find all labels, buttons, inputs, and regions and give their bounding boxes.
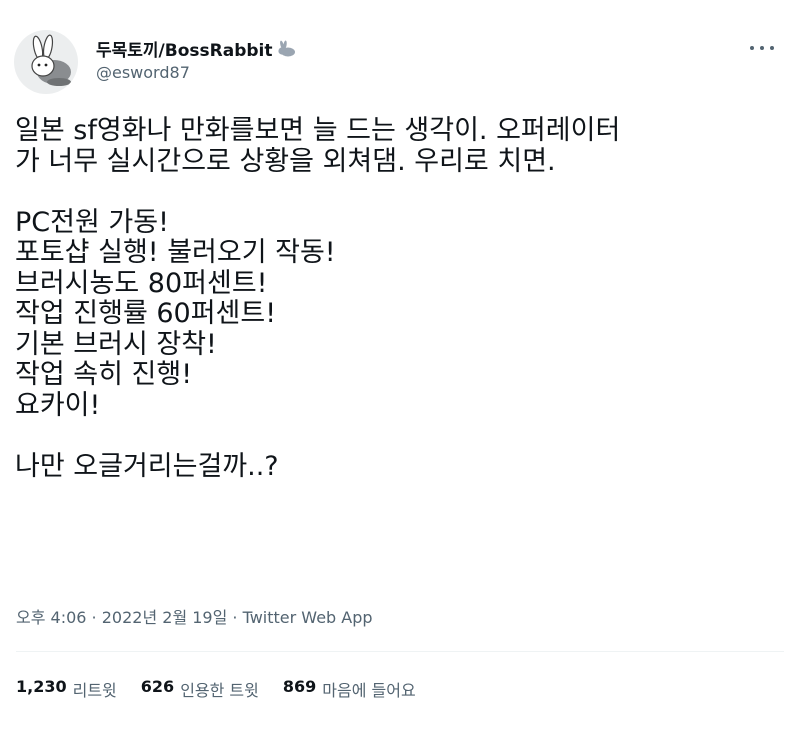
- tweet-line: 나만 오글거리는걸까..?: [15, 450, 279, 482]
- divider: [16, 651, 784, 652]
- tweet-date[interactable]: 2022년 2월 19일: [102, 608, 228, 627]
- tweet-line: 기본 브러시 장착!: [15, 328, 217, 360]
- user-handle[interactable]: @esword87: [96, 63, 190, 82]
- tweet-line: 가 너무 실시간으로 상황을 외쳐댐. 우리로 치면.: [15, 145, 556, 177]
- rabbit-avatar-icon: [31, 34, 71, 86]
- retweets-count: 1,230: [16, 677, 67, 696]
- tweet-source-app[interactable]: Twitter Web App: [243, 608, 373, 627]
- tweet-line: 일본 sf영화나 만화를보면 늘 드는 생각이. 오퍼레이터: [15, 115, 621, 146]
- quotes-label: 인용한 트윗: [180, 681, 259, 700]
- tweet-time[interactable]: 오후 4:06: [16, 608, 86, 627]
- likes-count: 869: [282, 677, 317, 696]
- quotes-count: 626: [140, 677, 175, 696]
- likes-stat[interactable]: 869 마음에 들어요: [283, 677, 416, 701]
- tweet-line: 포토샵 실행! 불러오기 작동!: [15, 237, 336, 268]
- tweet-line: 요카이!: [15, 389, 101, 421]
- retweets-stat[interactable]: 1,230 리트윗: [16, 677, 117, 701]
- tweet-line: PC전원 가동!: [15, 206, 169, 238]
- rabbit-icon: [277, 40, 295, 56]
- meta-separator: ·: [227, 608, 243, 627]
- tweet-meta: 오후 4:06 · 2022년 2월 19일 · Twitter Web App: [16, 604, 373, 628]
- tweet-line: 작업 진행률 60퍼센트!: [15, 298, 277, 329]
- quotes-stat[interactable]: 626 인용한 트윗: [141, 677, 259, 701]
- tweet-line: 브러시농도 80퍼센트!: [15, 267, 268, 299]
- display-name-text: 두목토끼/BossRabbit: [96, 41, 273, 61]
- more-options-icon[interactable]: [750, 42, 774, 54]
- tweet-stats: 1,230 리트윗 626 인용한 트윗 869 마음에 들어요: [16, 677, 416, 701]
- tweet-text: 일본 sf영화나 만화를보면 늘 드는 생각이. 오퍼레이터 가 너무 실시간으…: [15, 115, 785, 482]
- tweet-line: 작업 속히 진행!: [15, 359, 193, 390]
- retweets-label: 리트윗: [72, 681, 117, 700]
- likes-label: 마음에 들어요: [322, 681, 416, 700]
- meta-separator: ·: [86, 608, 102, 627]
- avatar[interactable]: [14, 30, 78, 94]
- display-name[interactable]: 두목토끼/BossRabbit: [96, 36, 297, 61]
